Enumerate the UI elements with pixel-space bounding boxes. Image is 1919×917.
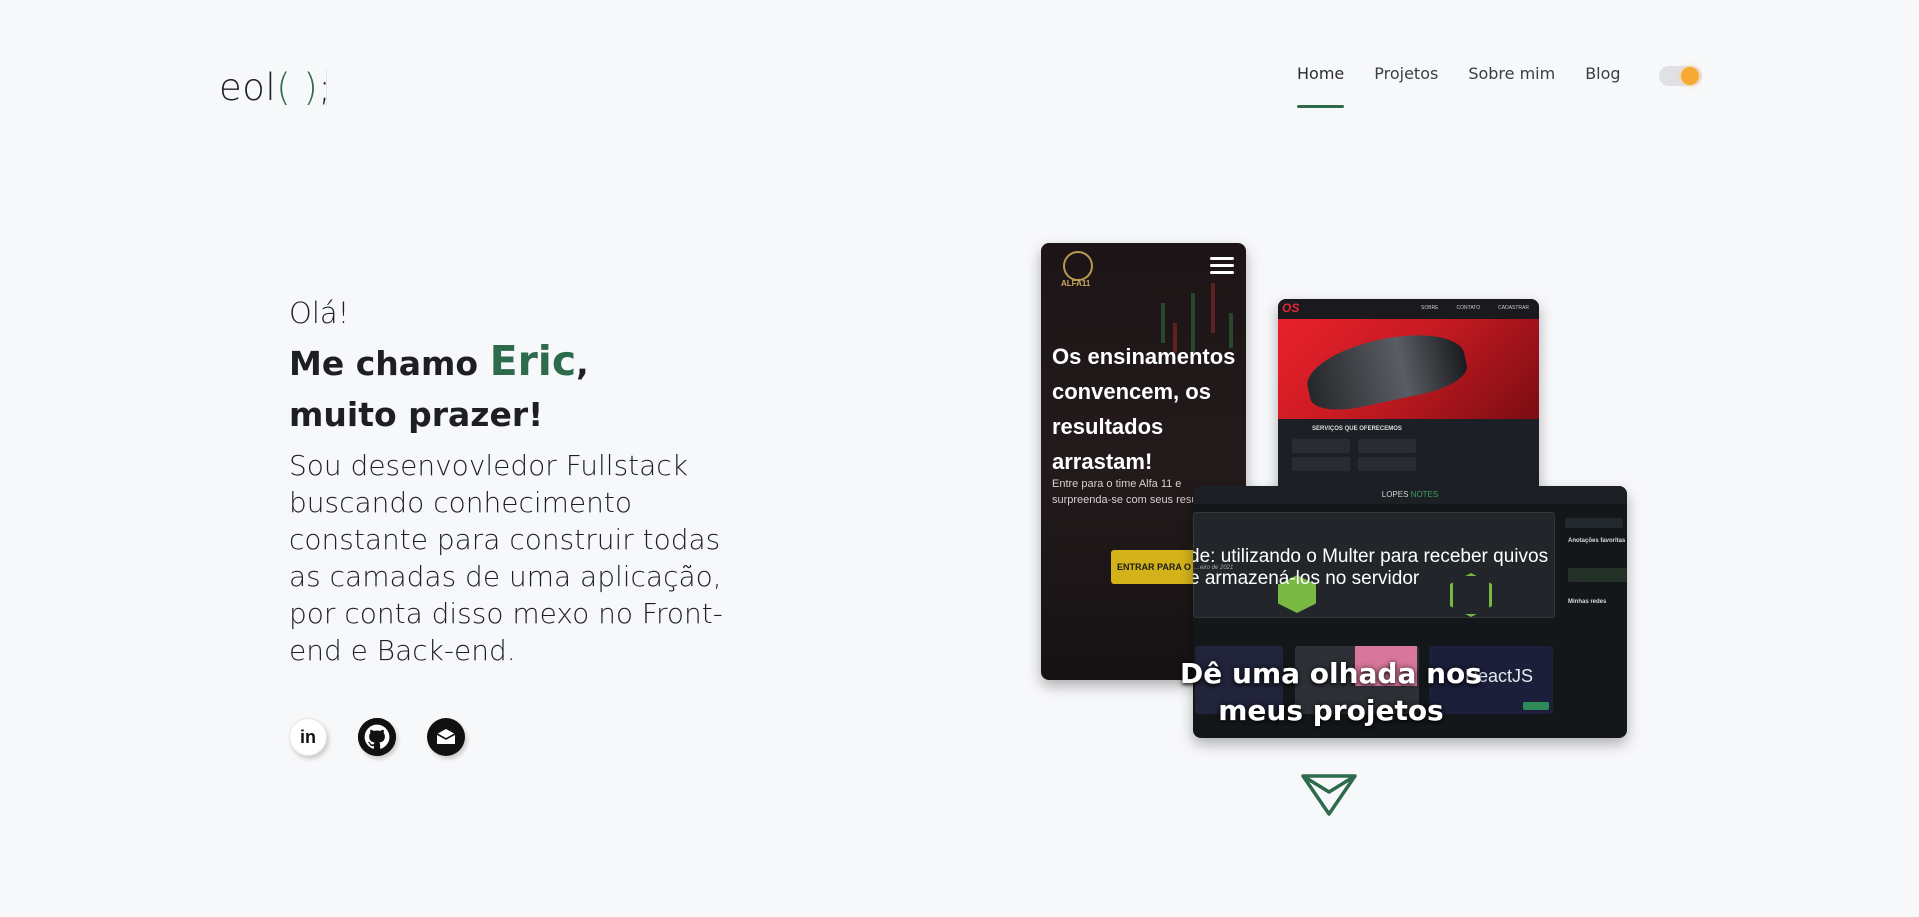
github-icon-svg <box>358 718 396 756</box>
intro-line2: muito prazer! <box>289 395 544 435</box>
notes-sidebar-redes: Minhas redes <box>1568 599 1607 605</box>
hero-section: Olá! Me chamo Eric, muito prazer! Sou de… <box>289 296 759 669</box>
car-nav-link: SOBRE <box>1421 305 1439 311</box>
car-brand: OS <box>1282 301 1300 315</box>
linkedin-glyph: in <box>300 726 316 747</box>
hero-description: Sou desenvovledor Fullstack buscando con… <box>289 449 723 668</box>
nav-projetos[interactable]: Projetos <box>1374 64 1438 108</box>
service-item <box>1358 439 1416 453</box>
notes-sidebar-favorites: Anotações favoritas <box>1568 538 1626 544</box>
notes-brand-accent: NOTES <box>1410 490 1439 499</box>
intro-heading: Me chamo Eric, muito prazer! <box>289 332 759 439</box>
projects-cta[interactable]: Dê uma olhada nos meus projetos <box>1166 655 1496 729</box>
notes-article-title: de: utilizando o Multer para receber qui… <box>1193 546 1549 589</box>
service-item <box>1292 457 1350 471</box>
car-services-title: SERVIÇOS QUE OFERECEMOS <box>1312 426 1402 432</box>
greeting: Olá! <box>289 296 350 330</box>
car-nav-link: CONTATO <box>1456 305 1481 311</box>
scroll-down-arrow-icon[interactable] <box>1300 773 1358 817</box>
site-logo[interactable]: eol( ); <box>219 66 331 109</box>
nav-home[interactable]: Home <box>1297 64 1345 108</box>
headlight-shape <box>1301 323 1471 417</box>
nav-sobre-mim[interactable]: Sobre mim <box>1468 64 1555 108</box>
theme-toggle[interactable] <box>1659 66 1702 86</box>
logo-text: eol <box>219 66 277 109</box>
github-icon[interactable] <box>358 718 396 756</box>
notes-search-input <box>1565 518 1623 528</box>
linkedin-icon[interactable]: in <box>289 718 327 756</box>
logo-paren: ( ) <box>276 66 319 109</box>
service-item <box>1358 457 1416 471</box>
sun-icon <box>1681 67 1699 85</box>
notes-header: LOPES NOTES <box>1193 486 1627 504</box>
project-preview-car[interactable]: OS SOBRE CONTATO CADASTRAR SERVIÇOS QUE … <box>1278 299 1539 499</box>
notes-brand: LOPES <box>1381 490 1409 499</box>
mini-card-button <box>1523 702 1549 710</box>
intro-suffix: , <box>576 344 589 383</box>
nav-blog[interactable]: Blog <box>1585 64 1620 108</box>
email-icon[interactable] <box>427 718 465 756</box>
intro-prefix: Me chamo <box>289 344 490 383</box>
car-hero-image <box>1278 319 1539 419</box>
menu-icon <box>1210 257 1234 278</box>
car-site-header: OS SOBRE CONTATO CADASTRAR <box>1278 299 1539 319</box>
alfa-logo <box>1063 251 1093 281</box>
car-nav-link: CADASTRAR <box>1498 305 1529 311</box>
alfa-headline: Os ensinamentos convencem, os resultados… <box>1052 344 1236 474</box>
envelope-icon <box>436 729 456 744</box>
developer-name: Eric <box>489 337 577 385</box>
main-nav: Home Projetos Sobre mim Blog <box>1297 64 1621 108</box>
car-nav: SOBRE CONTATO CADASTRAR <box>1421 305 1529 311</box>
logo-divider <box>326 70 327 106</box>
notes-sidebar-box <box>1568 568 1627 582</box>
logo-semicolon: ; <box>318 66 332 109</box>
social-links: in <box>289 718 465 756</box>
alfa-logo-text: ALFA11 <box>1061 279 1091 288</box>
service-item <box>1292 439 1350 453</box>
